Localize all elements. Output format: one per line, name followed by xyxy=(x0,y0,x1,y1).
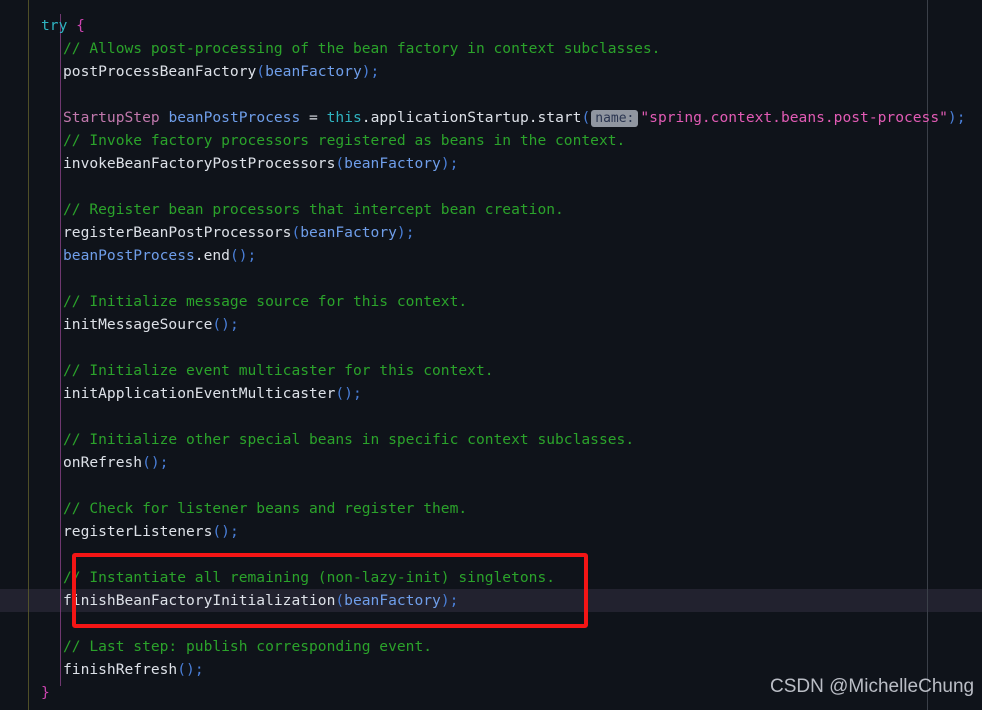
type-startup-step: StartupStep xyxy=(63,109,160,126)
keyword-try: try xyxy=(41,17,68,34)
comment-text: // Register bean processors that interce… xyxy=(63,201,564,218)
keyword-this: this xyxy=(326,109,362,126)
method-name: initApplicationEventMulticaster xyxy=(63,385,336,402)
csdn-watermark: CSDN @MichelleChung xyxy=(770,676,975,697)
brace-close: } xyxy=(41,684,50,701)
variable-bean-post-process: beanPostProcess xyxy=(168,109,301,126)
semicolon: ; xyxy=(449,155,459,172)
method-name: finishRefresh xyxy=(63,661,178,678)
comment-text: // Instantiate all remaining (non-lazy-i… xyxy=(63,569,556,586)
semicolon: ; xyxy=(194,661,204,678)
code-line-bean-post-process-end[interactable]: beanPostProcess.end(); xyxy=(0,244,982,267)
semicolon: ; xyxy=(229,316,239,333)
semicolon: ; xyxy=(247,247,257,264)
comment-text: // Invoke factory processors registered … xyxy=(63,132,626,149)
code-line-comment-init-event-multicaster[interactable]: // Initialize event multicaster for this… xyxy=(0,359,982,382)
method-end: .end xyxy=(194,247,230,264)
semicolon: ; xyxy=(229,523,239,540)
brace-open: { xyxy=(76,17,85,34)
assignment-operator: = xyxy=(309,109,318,126)
parens-empty: () xyxy=(142,454,160,471)
code-editor-screenshot: try { // Allows post-processing of the b… xyxy=(0,0,982,710)
parens-empty: () xyxy=(229,247,248,264)
paren-close: ) xyxy=(440,155,450,172)
paren-close: ) xyxy=(947,109,957,126)
code-line-init-application-event-multicaster[interactable]: initApplicationEventMulticaster(); xyxy=(0,382,982,405)
semicolon: ; xyxy=(370,63,380,80)
argument-bean-factory: beanFactory xyxy=(344,155,441,172)
code-line-on-refresh[interactable]: onRefresh(); xyxy=(0,451,982,474)
code-line-post-process-bean-factory[interactable]: postProcessBeanFactory(beanFactory); xyxy=(0,60,982,83)
method-name: registerBeanPostProcessors xyxy=(63,224,292,241)
paren-open: ( xyxy=(291,224,301,241)
code-line-comment-init-message-source[interactable]: // Initialize message source for this co… xyxy=(0,290,982,313)
code-line-startup-step[interactable]: StartupStep beanPostProcess = this.appli… xyxy=(0,106,982,129)
comment-text: // Initialize other special beans in spe… xyxy=(63,431,635,448)
comment-text: // Allows post-processing of the bean fa… xyxy=(63,40,661,57)
semicolon: ; xyxy=(352,385,362,402)
code-line-comment-post-processing[interactable]: // Allows post-processing of the bean fa… xyxy=(0,37,982,60)
string-literal: "spring.context.beans.post-process" xyxy=(640,109,948,126)
semicolon: ; xyxy=(449,592,459,609)
parens-empty: () xyxy=(335,385,353,402)
paren-open: ( xyxy=(335,155,345,172)
code-line-comment-init-special-beans[interactable]: // Initialize other special beans in spe… xyxy=(0,428,982,451)
method-name: invokeBeanFactoryPostProcessors xyxy=(63,155,336,172)
paren-close: ) xyxy=(396,224,406,241)
argument-bean-factory: beanFactory xyxy=(344,592,441,609)
paren-close: ) xyxy=(361,63,371,80)
method-name: registerListeners xyxy=(63,523,213,540)
parens-empty: () xyxy=(212,316,230,333)
code-line-comment-register-bean-processors[interactable]: // Register bean processors that interce… xyxy=(0,198,982,221)
semicolon: ; xyxy=(405,224,415,241)
code-line-comment-instantiate-singletons[interactable]: // Instantiate all remaining (non-lazy-i… xyxy=(0,566,982,589)
argument-bean-factory: beanFactory xyxy=(300,224,397,241)
method-name: postProcessBeanFactory xyxy=(63,63,257,80)
code-content[interactable]: try { // Allows post-processing of the b… xyxy=(0,0,982,710)
paren-open: ( xyxy=(256,63,266,80)
paren-open: ( xyxy=(581,109,591,126)
semicolon: ; xyxy=(159,454,169,471)
paren-open: ( xyxy=(335,592,345,609)
comment-text: // Last step: publish corresponding even… xyxy=(63,638,433,655)
method-name: finishBeanFactoryInitialization xyxy=(63,592,336,609)
parens-empty: () xyxy=(177,661,195,678)
paren-close: ) xyxy=(440,592,450,609)
code-line-try[interactable]: try { xyxy=(0,14,982,37)
argument-bean-factory: beanFactory xyxy=(265,63,362,80)
code-line-finish-bean-factory-initialization[interactable]: finishBeanFactoryInitialization(beanFact… xyxy=(0,589,982,612)
method-name: onRefresh xyxy=(63,454,143,471)
variable-bean-post-process: beanPostProcess xyxy=(63,247,195,264)
code-line-register-listeners[interactable]: registerListeners(); xyxy=(0,520,982,543)
code-line-comment-invoke-factory[interactable]: // Invoke factory processors registered … xyxy=(0,129,982,152)
comment-text: // Initialize message source for this co… xyxy=(63,293,468,310)
code-line-init-message-source[interactable]: initMessageSource(); xyxy=(0,313,982,336)
code-line-comment-check-listener-beans[interactable]: // Check for listener beans and register… xyxy=(0,497,982,520)
code-line-comment-last-step[interactable]: // Last step: publish corresponding even… xyxy=(0,635,982,658)
comment-text: // Check for listener beans and register… xyxy=(63,500,468,517)
code-line-invoke-bean-factory-post-processors[interactable]: invokeBeanFactoryPostProcessors(beanFact… xyxy=(0,152,982,175)
chain-application-startup-start: .applicationStartup.start xyxy=(361,109,582,126)
parens-empty: () xyxy=(212,523,230,540)
method-name: initMessageSource xyxy=(63,316,213,333)
inline-parameter-hint-name[interactable]: name: xyxy=(591,110,639,127)
comment-text: // Initialize event multicaster for this… xyxy=(63,362,494,379)
semicolon: ; xyxy=(956,109,966,126)
code-line-register-bean-post-processors[interactable]: registerBeanPostProcessors(beanFactory); xyxy=(0,221,982,244)
